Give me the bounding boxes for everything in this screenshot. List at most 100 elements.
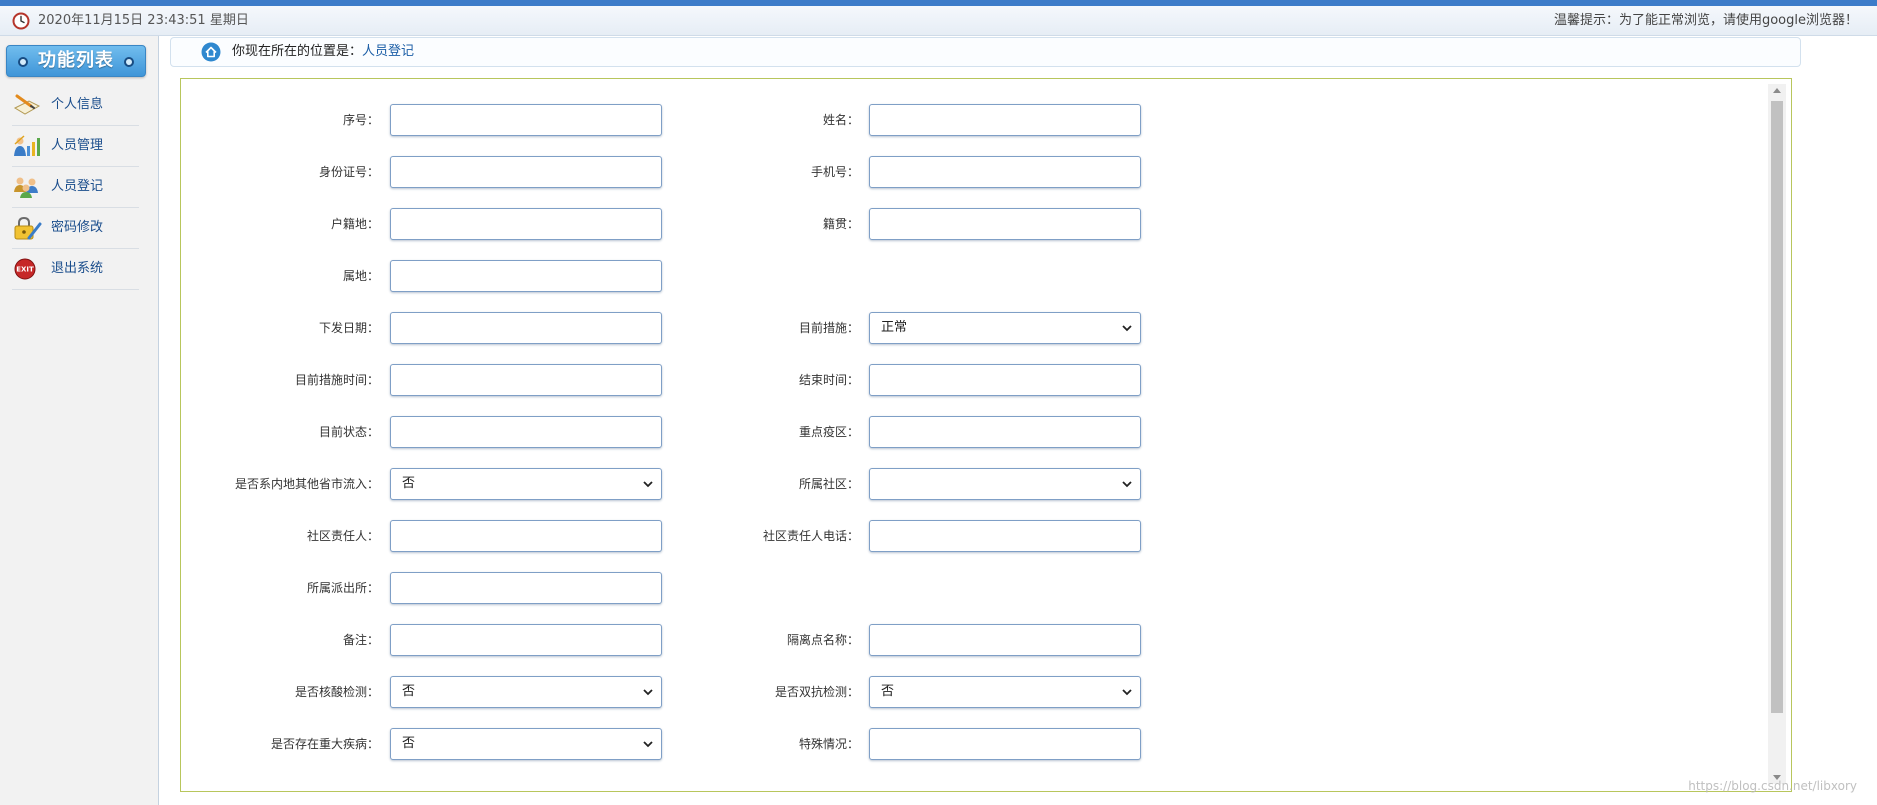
- seq-label: 序号：: [342, 113, 379, 127]
- people-group-icon: [12, 175, 42, 199]
- measure-time-input[interactable]: [390, 364, 662, 396]
- name-input[interactable]: [869, 104, 1141, 136]
- lock-edit-icon: [12, 216, 42, 240]
- community-label: 所属社区：: [798, 477, 859, 491]
- form-row: 备注： 隔离点名称：: [181, 624, 1181, 656]
- nucleic-test-select[interactable]: 否: [390, 676, 662, 708]
- from-other-province-select[interactable]: 否: [390, 468, 662, 500]
- quarantine-site-input[interactable]: [869, 624, 1141, 656]
- select-value: 否: [402, 684, 416, 699]
- exit-icon-text: EXIT: [16, 266, 34, 274]
- form-row: 是否核酸检测： 否 是否双抗检测： 否: [181, 676, 1181, 708]
- select-value: 否: [881, 684, 895, 699]
- breadcrumb-prefix: 你现在所在的位置是：: [232, 44, 363, 59]
- name-label: 姓名：: [822, 113, 859, 127]
- title-dot-right: [124, 57, 134, 67]
- sidebar-item-logout[interactable]: EXIT 退出系统: [12, 249, 139, 290]
- chevron-down-icon: [643, 741, 653, 748]
- antibody-test-label: 是否双抗检测：: [774, 685, 859, 699]
- key-epidemic-area-label: 重点疫区：: [798, 425, 859, 439]
- antibody-test-select[interactable]: 否: [869, 676, 1141, 708]
- clock-icon: [12, 12, 30, 30]
- sidebar-item-label: 人员管理: [51, 138, 104, 153]
- form-row: 下发日期： 目前措施： 正常: [181, 312, 1181, 344]
- scrollbar-thumb[interactable]: [1771, 101, 1783, 713]
- form-row: 序号： 姓名：: [181, 104, 1181, 136]
- sidebar-item-label: 退出系统: [51, 261, 104, 276]
- form-row: 所属派出所：: [181, 572, 1181, 604]
- from-other-province-label: 是否系内地其他省市流入：: [234, 477, 379, 491]
- chevron-down-icon: [1122, 481, 1132, 488]
- community-contact-label: 社区责任人：: [306, 529, 379, 543]
- police-station-label: 所属派出所：: [306, 581, 379, 595]
- phone-input[interactable]: [869, 156, 1141, 188]
- form-row: 社区责任人： 社区责任人电话：: [181, 520, 1181, 552]
- phone-label: 手机号：: [810, 165, 859, 179]
- native-place-label: 籍贯：: [822, 217, 859, 231]
- vertical-scrollbar[interactable]: [1768, 84, 1786, 784]
- sidebar-item-people-manage[interactable]: 人员管理: [12, 126, 139, 167]
- chevron-down-icon: [1122, 325, 1132, 332]
- watermark: https://blog.csdn.net/libxory: [1688, 779, 1857, 793]
- form-row: 目前状态： 重点疫区：: [181, 416, 1181, 448]
- form-row: 目前措施时间： 结束时间：: [181, 364, 1181, 396]
- form-row: 身份证号： 手机号：: [181, 156, 1181, 188]
- id-number-input[interactable]: [390, 156, 662, 188]
- sidebar: 功能列表 个人信息 人员管理 人员登记 密码修改 EXIT 退出系统: [0, 36, 159, 805]
- community-contact-phone-label: 社区责任人电话：: [762, 529, 859, 543]
- scroll-up-arrow-icon[interactable]: [1773, 88, 1781, 93]
- end-time-input[interactable]: [869, 364, 1141, 396]
- seq-input[interactable]: [390, 104, 662, 136]
- sidebar-item-label: 人员登记: [51, 179, 104, 194]
- id-number-label: 身份证号：: [318, 165, 379, 179]
- current-datetime: 2020年11月15日 23:43:51 星期日: [38, 13, 249, 28]
- community-contact-input[interactable]: [390, 520, 662, 552]
- native-place-input[interactable]: [869, 208, 1141, 240]
- remark-input[interactable]: [390, 624, 662, 656]
- territory-label: 属地：: [342, 269, 379, 283]
- breadcrumb: 你现在所在的位置是：人员登记: [170, 37, 1801, 67]
- form-row: 属地：: [181, 260, 1181, 292]
- breadcrumb-current-link[interactable]: 人员登记: [362, 44, 414, 59]
- major-disease-label: 是否存在重大疾病：: [270, 737, 379, 751]
- major-disease-select[interactable]: 否: [390, 728, 662, 760]
- sidebar-item-label: 个人信息: [51, 97, 104, 112]
- nucleic-test-label: 是否核酸检测：: [294, 685, 379, 699]
- select-value: 否: [402, 476, 416, 491]
- form-row: 是否存在重大疾病： 否 特殊情况：: [181, 728, 1181, 760]
- select-value: 正常: [881, 320, 908, 335]
- special-situation-label: 特殊情况：: [798, 737, 859, 751]
- territory-input[interactable]: [390, 260, 662, 292]
- measure-time-label: 目前措施时间：: [294, 373, 379, 387]
- menu-title: 功能列表: [6, 45, 146, 77]
- chevron-down-icon: [643, 481, 653, 488]
- select-value: 否: [402, 736, 416, 751]
- sidebar-item-password-change[interactable]: 密码修改: [12, 208, 139, 249]
- sidebar-menu: 个人信息 人员管理 人员登记 密码修改 EXIT 退出系统: [12, 85, 139, 290]
- form-row: 是否系内地其他省市流入： 否 所属社区：: [181, 468, 1181, 500]
- household-register-label: 户籍地：: [330, 217, 379, 231]
- header-bar: 2020年11月15日 23:43:51 星期日 温馨提示：为了能正常浏览，请使…: [0, 6, 1877, 36]
- community-select[interactable]: [869, 468, 1141, 500]
- form-row: 户籍地： 籍贯：: [181, 208, 1181, 240]
- quarantine-site-label: 隔离点名称：: [786, 633, 859, 647]
- breadcrumb-text: 你现在所在的位置是：人员登记: [232, 38, 414, 66]
- community-contact-phone-input[interactable]: [869, 520, 1141, 552]
- issue-date-input[interactable]: [390, 312, 662, 344]
- sidebar-item-personal-info[interactable]: 个人信息: [12, 85, 139, 126]
- sidebar-item-people-register[interactable]: 人员登记: [12, 167, 139, 208]
- household-register-input[interactable]: [390, 208, 662, 240]
- key-epidemic-area-input[interactable]: [869, 416, 1141, 448]
- remark-label: 备注：: [342, 633, 379, 647]
- special-situation-input[interactable]: [869, 728, 1141, 760]
- police-station-input[interactable]: [390, 572, 662, 604]
- current-measure-label: 目前措施：: [798, 321, 859, 335]
- current-measure-select[interactable]: 正常: [869, 312, 1141, 344]
- home-icon[interactable]: [201, 42, 221, 62]
- chevron-down-icon: [1122, 689, 1132, 696]
- content-frame: 序号： 姓名： 身份证号： 手机号： 户籍地： 籍贯： 属地： 下发日期： 目前…: [180, 78, 1792, 792]
- current-status-input[interactable]: [390, 416, 662, 448]
- exit-icon: EXIT: [12, 257, 42, 281]
- people-chart-icon: [12, 134, 42, 158]
- sidebar-item-label: 密码修改: [51, 220, 104, 235]
